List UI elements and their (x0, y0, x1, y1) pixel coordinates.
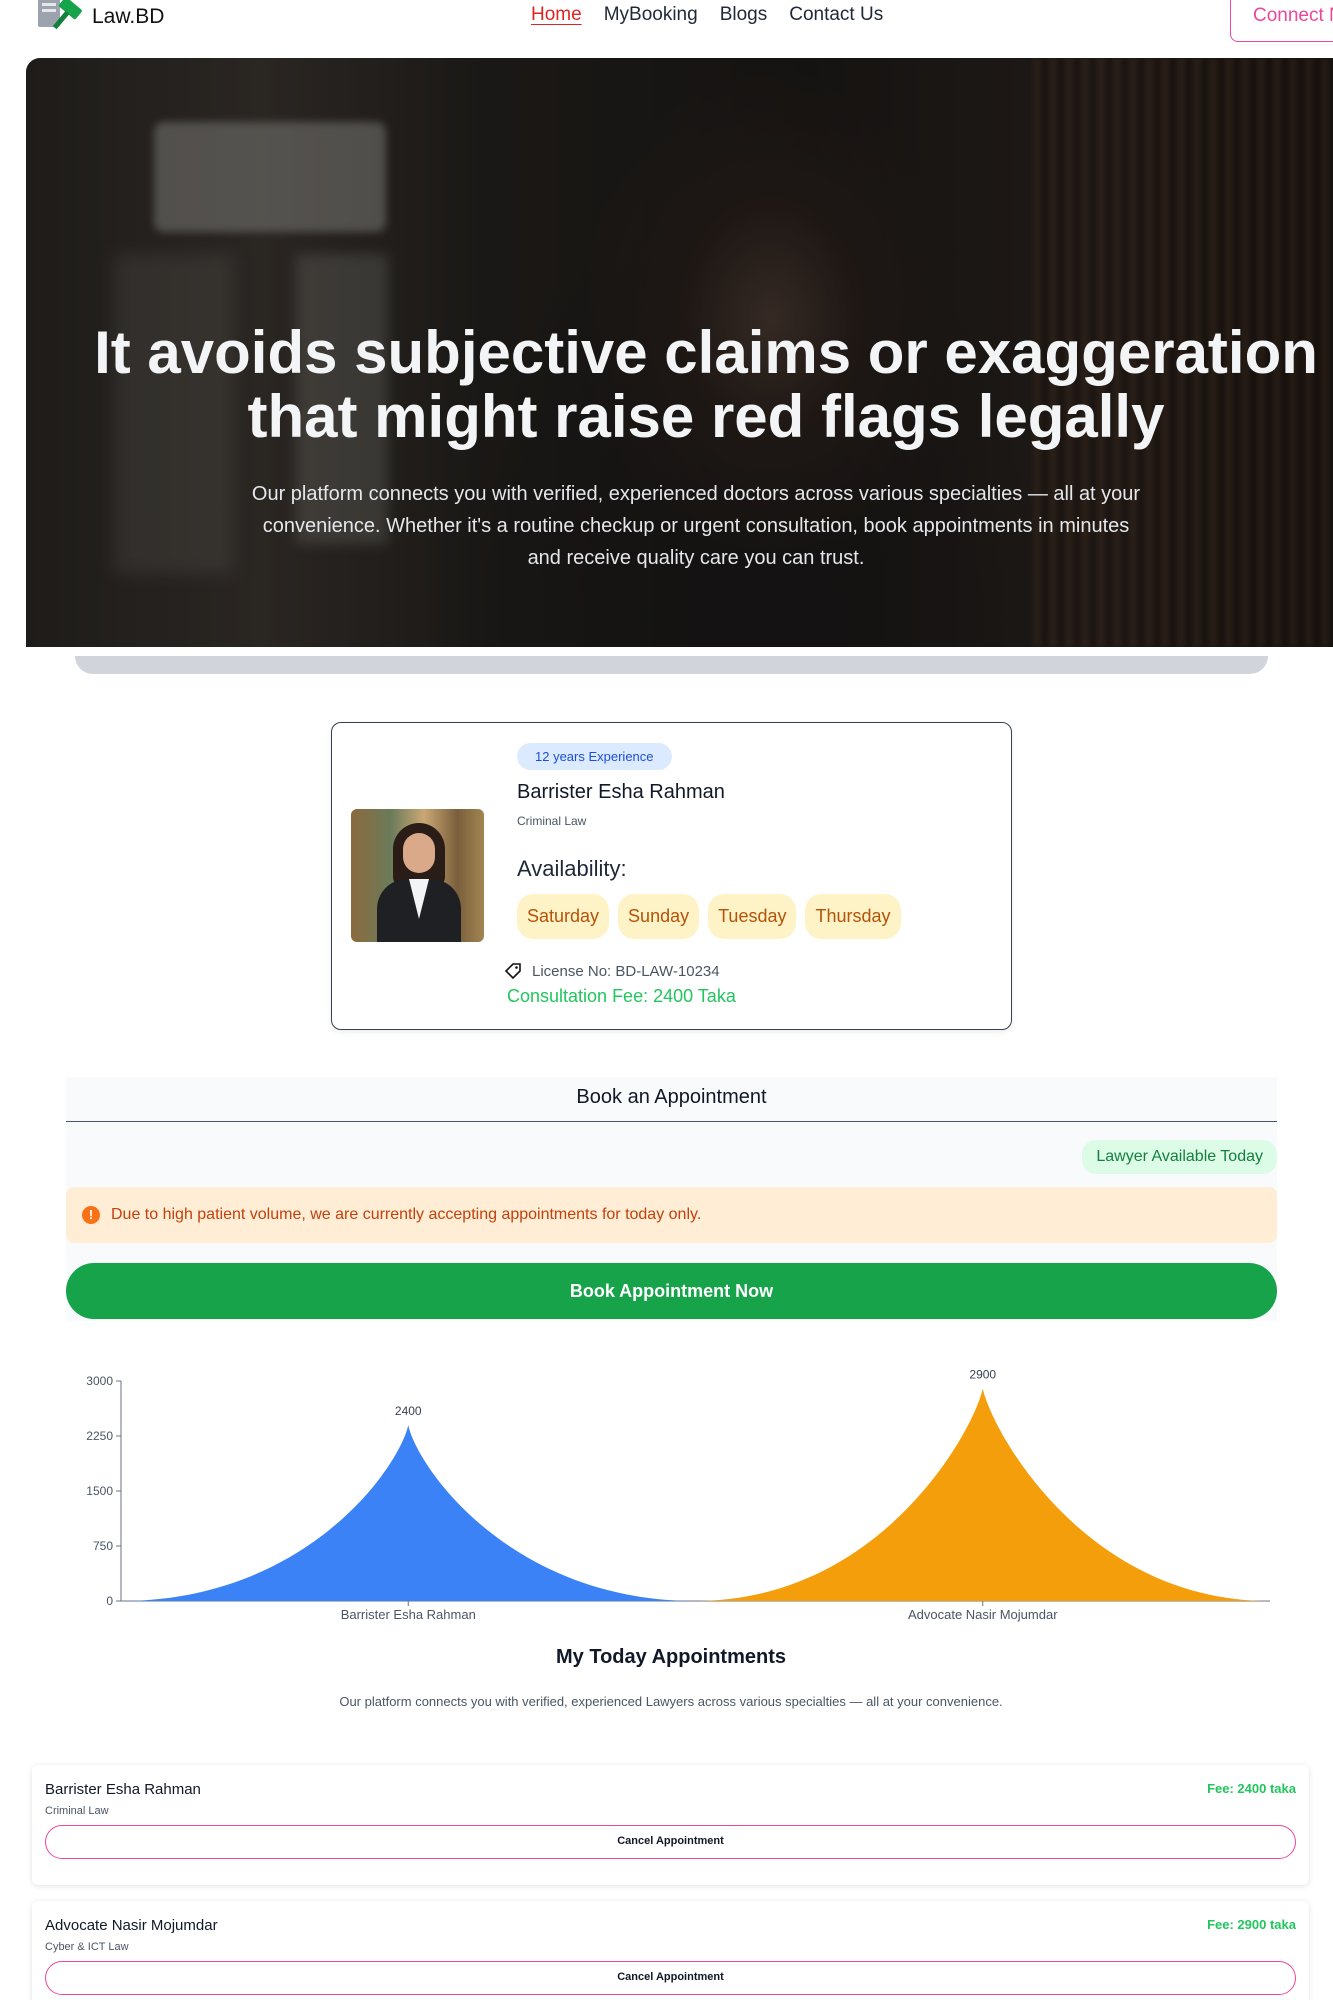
logo-text: Law.BD (92, 5, 165, 28)
y-tick-label: 750 (93, 1539, 113, 1553)
tag-icon (504, 963, 521, 980)
x-tick-label: Advocate Nasir Mojumdar (908, 1607, 1058, 1622)
experience-badge: 12 years Experience (517, 743, 672, 770)
nav-link-home[interactable]: Home (531, 4, 582, 26)
x-tick-label: Barrister Esha Rahman (341, 1607, 476, 1622)
hero-banner: It avoids subjective claims or exaggerat… (26, 58, 1333, 647)
y-tick-label: 2250 (86, 1429, 113, 1443)
chart-peak (121, 1425, 696, 1601)
lawyer-specialty: Criminal Law (517, 814, 587, 828)
hero-title-line: that might raise red flags legally (247, 383, 1165, 450)
hero-divider (75, 656, 1268, 674)
license-number: License No: BD-LAW-10234 (532, 962, 720, 980)
lawyer-name: Barrister Esha Rahman (517, 781, 725, 803)
gavel-logo-icon (38, 0, 82, 30)
appointment-lawyer-name: Advocate Nasir Mojumdar (45, 1917, 218, 1934)
appointment-card: Barrister Esha Rahman Criminal Law Fee: … (32, 1765, 1309, 1885)
appointment-card: Advocate Nasir Mojumdar Cyber & ICT Law … (32, 1901, 1309, 2000)
fee-chart: 0 750 1500 2250 3000 2400 Barrister Esha Rahma… (86, 1367, 1270, 1622)
data-label: 2900 (969, 1367, 996, 1381)
booking-panel: Book an Appointment Lawyer Available Tod… (66, 1077, 1277, 1321)
cancel-appointment-button[interactable]: Cancel Appointment (45, 1961, 1296, 1995)
alert-icon: ! (82, 1206, 100, 1224)
appointments-title: My Today Appointments (556, 1646, 786, 1668)
data-label: 2400 (395, 1404, 422, 1418)
nav-link-blogs[interactable]: Blogs (720, 4, 768, 26)
lawyer-photo (351, 809, 484, 942)
day-chip: Tuesday (708, 894, 797, 939)
alert-text: Due to high patient volume, we are curre… (111, 1206, 702, 1223)
appointment-specialty: Criminal Law (45, 1805, 109, 1817)
booking-title: Book an Appointment (66, 1077, 1277, 1122)
availability-status-badge: Lawyer Available Today (1082, 1140, 1277, 1174)
connect-button[interactable]: Connect N (1230, 0, 1333, 42)
appointment-fee: Fee: 2400 taka (1207, 1781, 1296, 1796)
day-chip: Saturday (517, 894, 610, 939)
appointment-specialty: Cyber & ICT Law (45, 1941, 129, 1953)
nav-links: Home MyBooking Blogs Contact Us (531, 4, 883, 26)
appointment-lawyer-name: Barrister Esha Rahman (45, 1781, 201, 1798)
day-chip: Thursday (805, 894, 901, 939)
nav-link-mybooking[interactable]: MyBooking (604, 4, 698, 26)
cancel-appointment-button[interactable]: Cancel Appointment (45, 1825, 1296, 1859)
appointment-fee: Fee: 2900 taka (1207, 1917, 1296, 1932)
y-tick-label: 0 (106, 1594, 113, 1608)
booking-alert: ! Due to high patient volume, we are cur… (66, 1187, 1277, 1243)
availability-label: Availability: (517, 856, 627, 881)
top-navbar: Law.BD Home MyBooking Blogs Contact Us C… (0, 0, 1333, 58)
availability-days: Saturday Sunday Tuesday Thursday (517, 894, 901, 939)
nav-link-contact[interactable]: Contact Us (789, 4, 883, 26)
logo[interactable]: Law.BD (36, 0, 164, 34)
book-appointment-button[interactable]: Book Appointment Now (66, 1263, 1277, 1319)
lawyer-card: 12 years Experience Barrister Esha Rahma… (331, 722, 1012, 1030)
y-tick-label: 3000 (86, 1374, 113, 1388)
hero-subtitle: Our platform connects you with verified,… (251, 483, 1141, 569)
appointments-subtitle: Our platform connects you with verified,… (339, 1694, 1003, 1709)
chart-peak (695, 1388, 1270, 1601)
hero-title: It avoids subjective claims or exaggerat… (26, 321, 1333, 449)
day-chip: Sunday (618, 894, 700, 939)
hero-title-line: It avoids subjective claims or exaggerat… (94, 319, 1318, 386)
y-tick-label: 1500 (86, 1484, 113, 1498)
license-row: License No: BD-LAW-10234 (504, 962, 720, 980)
consultation-fee: Consultation Fee: 2400 Taka (507, 986, 736, 1006)
